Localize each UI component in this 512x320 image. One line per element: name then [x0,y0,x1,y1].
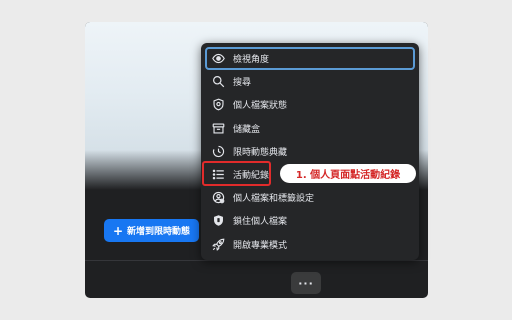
menu-item-label: 開啟專業模式 [233,240,288,251]
menu-item-professional-mode[interactable]: 開啟專業模式 [205,233,415,256]
activity-log-highlight [202,161,271,186]
menu-item-label: 搜尋 [233,78,252,89]
callout-text: 1. 個人頁面點活動紀錄 [295,170,401,181]
search-icon [211,75,225,89]
plus-icon: + [112,223,124,238]
shield-status-icon [211,98,225,112]
divider [85,260,428,261]
clock-history-icon [211,144,225,158]
archive-box-icon [211,121,225,135]
menu-item-lock-profile[interactable]: 鎖住個人檔案 [205,209,415,232]
menu-item-label: 個人檔案狀態 [233,101,288,112]
menu-item-label: 儲藏盒 [233,124,261,135]
menu-item-label: 檢視角度 [233,55,270,66]
menu-item-label: 限時動態典藏 [233,147,288,158]
menu-item-profile-status[interactable]: 個人檔案狀態 [205,93,415,116]
menu-item-profile-tag-settings[interactable]: 個人檔案和標籤設定 [205,186,415,209]
add-to-story-button[interactable]: + 新增到限時動態 [104,219,199,242]
rocket-icon [211,237,225,251]
menu-item-archive[interactable]: 儲藏盒 [205,117,415,140]
eye-icon [211,52,225,66]
more-options-button[interactable]: ··· [291,272,321,294]
menu-item-view-as[interactable]: 檢視角度 [205,47,415,71]
menu-item-search[interactable]: 搜尋 [205,70,415,93]
menu-item-label: 鎖住個人檔案 [233,217,288,228]
menu-item-story-archive[interactable]: 限時動態典藏 [205,140,415,163]
profile-gear-icon [211,191,225,205]
more-options-label: ··· [298,276,314,290]
menu-item-label: 個人檔案和標籤設定 [233,194,315,205]
profile-options-menu: 檢視角度 搜尋 個人檔案狀態 儲藏盒 限時動態典藏 活動紀錄 個人檔案和標籤設定… [201,43,419,260]
shield-lock-icon [211,214,225,228]
add-to-story-label: 新增到限時動態 [127,227,191,237]
instruction-callout: 1. 個人頁面點活動紀錄 [280,164,416,183]
